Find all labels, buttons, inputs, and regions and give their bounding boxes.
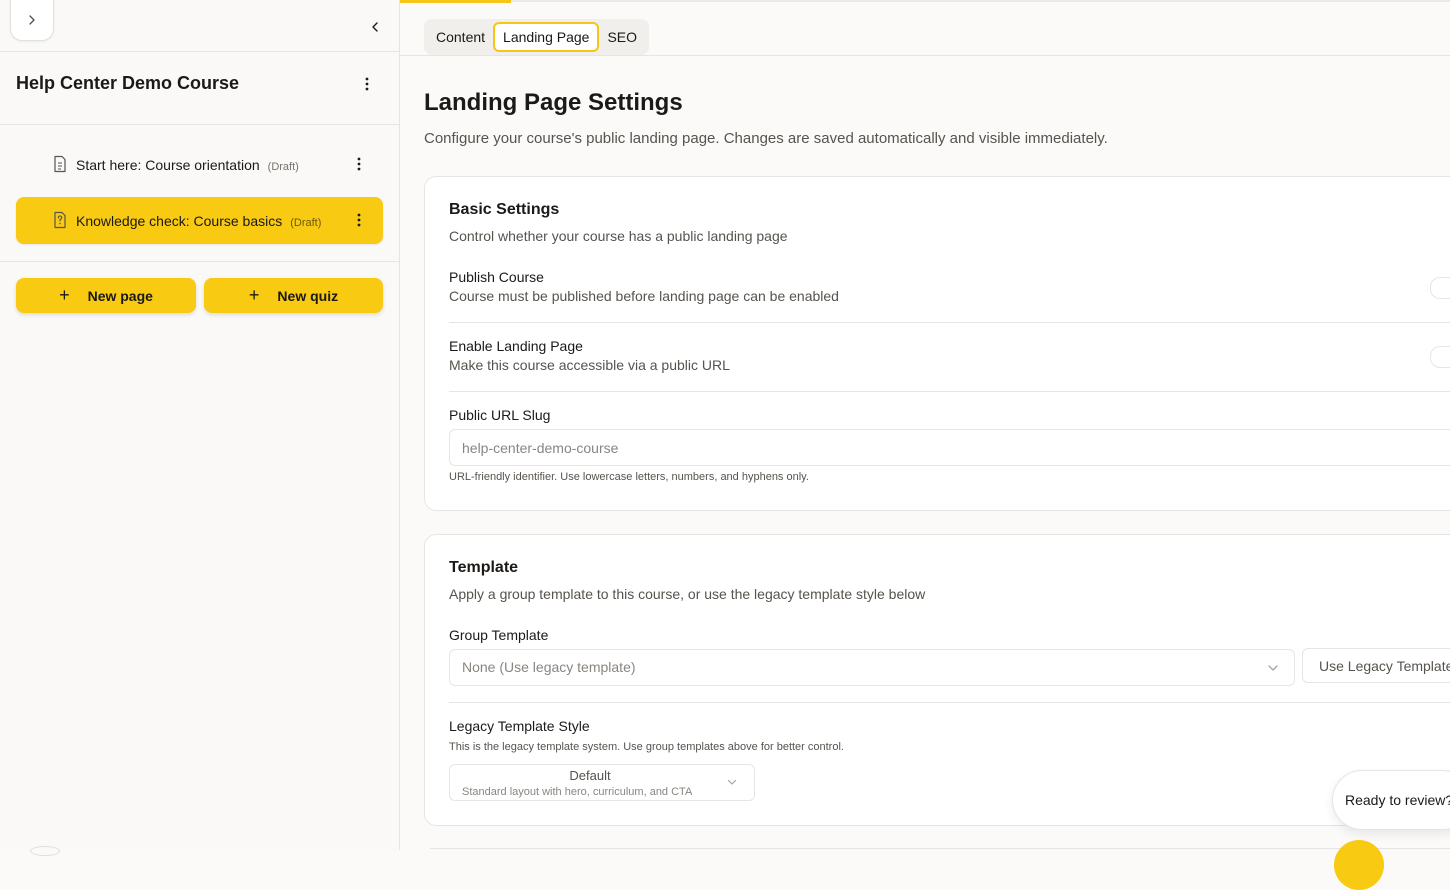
draft-badge: (Draft) (290, 216, 322, 229)
enable-landing-toggle[interactable] (1430, 346, 1450, 368)
page-title: Landing Page Settings (424, 89, 683, 116)
basic-settings-card: Basic Settings Control whether your cour… (424, 176, 1450, 511)
divider (0, 261, 399, 262)
divider (449, 702, 1450, 703)
plus-icon: + (248, 285, 260, 305)
tab-seo[interactable]: SEO (599, 23, 645, 51)
enable-landing-label: Enable Landing Page (449, 338, 583, 354)
divider (0, 124, 399, 125)
sidebar-item-orientation[interactable]: Start here: Course orientation (Draft) (16, 141, 383, 188)
divider (449, 322, 1450, 323)
page-subtitle: Configure your course's public landing p… (424, 130, 1108, 147)
card-subtitle: Control whether your course has a public… (449, 228, 788, 244)
chevron-down-icon (1268, 665, 1278, 671)
sidebar-item-label: Knowledge check: Course basics (Draft) (76, 212, 322, 229)
item-menu-button[interactable] (349, 210, 369, 230)
sidebar-footer-control[interactable] (30, 846, 60, 856)
plus-icon: + (59, 285, 70, 305)
slug-label: Public URL Slug (449, 407, 551, 423)
draft-badge: (Draft) (267, 160, 299, 173)
course-title: Help Center Demo Course (16, 73, 240, 93)
use-legacy-template-button[interactable]: Use Legacy Template (1302, 648, 1450, 683)
legacy-style-desc: Standard layout with hero, curriculum, a… (462, 786, 693, 798)
ready-to-review-button[interactable]: Ready to review? (1332, 770, 1450, 830)
divider (430, 848, 1450, 849)
collapse-sidebar-button[interactable] (364, 16, 386, 38)
divider (400, 55, 1450, 56)
divider (449, 391, 1450, 392)
publish-course-toggle[interactable] (1430, 277, 1450, 299)
tab-content[interactable]: Content (428, 23, 493, 51)
card-title: Template (449, 559, 519, 576)
expand-button[interactable] (10, 0, 54, 41)
legacy-style-select[interactable]: Default Standard layout with hero, curri… (449, 764, 755, 801)
quiz-icon (54, 211, 66, 229)
legacy-style-label: Legacy Template Style (449, 718, 590, 734)
chevron-right-icon (29, 15, 35, 25)
group-template-label: Group Template (449, 627, 549, 643)
tab-bar: Content Landing Page SEO (424, 19, 650, 55)
document-icon (54, 155, 66, 173)
slug-field[interactable] (450, 430, 1443, 465)
publish-course-desc: Course must be published before landing … (449, 288, 839, 304)
publish-course-label: Publish Course (449, 269, 544, 285)
more-vertical-icon (357, 157, 361, 171)
divider (0, 51, 399, 52)
sidebar-item-knowledge-check[interactable]: Knowledge check: Course basics (Draft) (16, 197, 383, 244)
item-menu-button[interactable] (349, 154, 369, 174)
course-menu-button[interactable] (357, 74, 377, 94)
card-subtitle: Apply a group template to this course, o… (449, 586, 926, 602)
chevron-left-icon (372, 22, 378, 32)
sidebar: Help Center Demo Course Start here: Cour… (0, 0, 400, 856)
group-template-value: None (Use legacy template) (462, 659, 636, 675)
new-page-button[interactable]: + New page (16, 278, 196, 313)
legacy-style-value: Default (569, 768, 611, 783)
template-card: Template Apply a group template to this … (424, 534, 1450, 826)
group-template-select[interactable]: None (Use legacy template) (449, 649, 1295, 686)
new-quiz-label: New quiz (277, 287, 339, 304)
more-vertical-icon (365, 77, 369, 91)
tab-landing-page[interactable]: Landing Page (493, 22, 600, 52)
new-page-label: New page (87, 287, 153, 304)
slug-hint: URL-friendly identifier. Use lowercase l… (449, 471, 809, 483)
card-title: Basic Settings (449, 201, 560, 218)
more-vertical-icon (357, 213, 361, 227)
chevron-down-icon (727, 779, 737, 785)
enable-landing-desc: Make this course accessible via a public… (449, 357, 730, 373)
slug-input[interactable] (449, 429, 1450, 466)
assistant-fab[interactable] (1334, 840, 1384, 890)
legacy-style-hint: This is the legacy template system. Use … (449, 741, 844, 753)
sidebar-item-label: Start here: Course orientation (Draft) (76, 156, 299, 173)
new-quiz-button[interactable]: + New quiz (204, 278, 383, 313)
